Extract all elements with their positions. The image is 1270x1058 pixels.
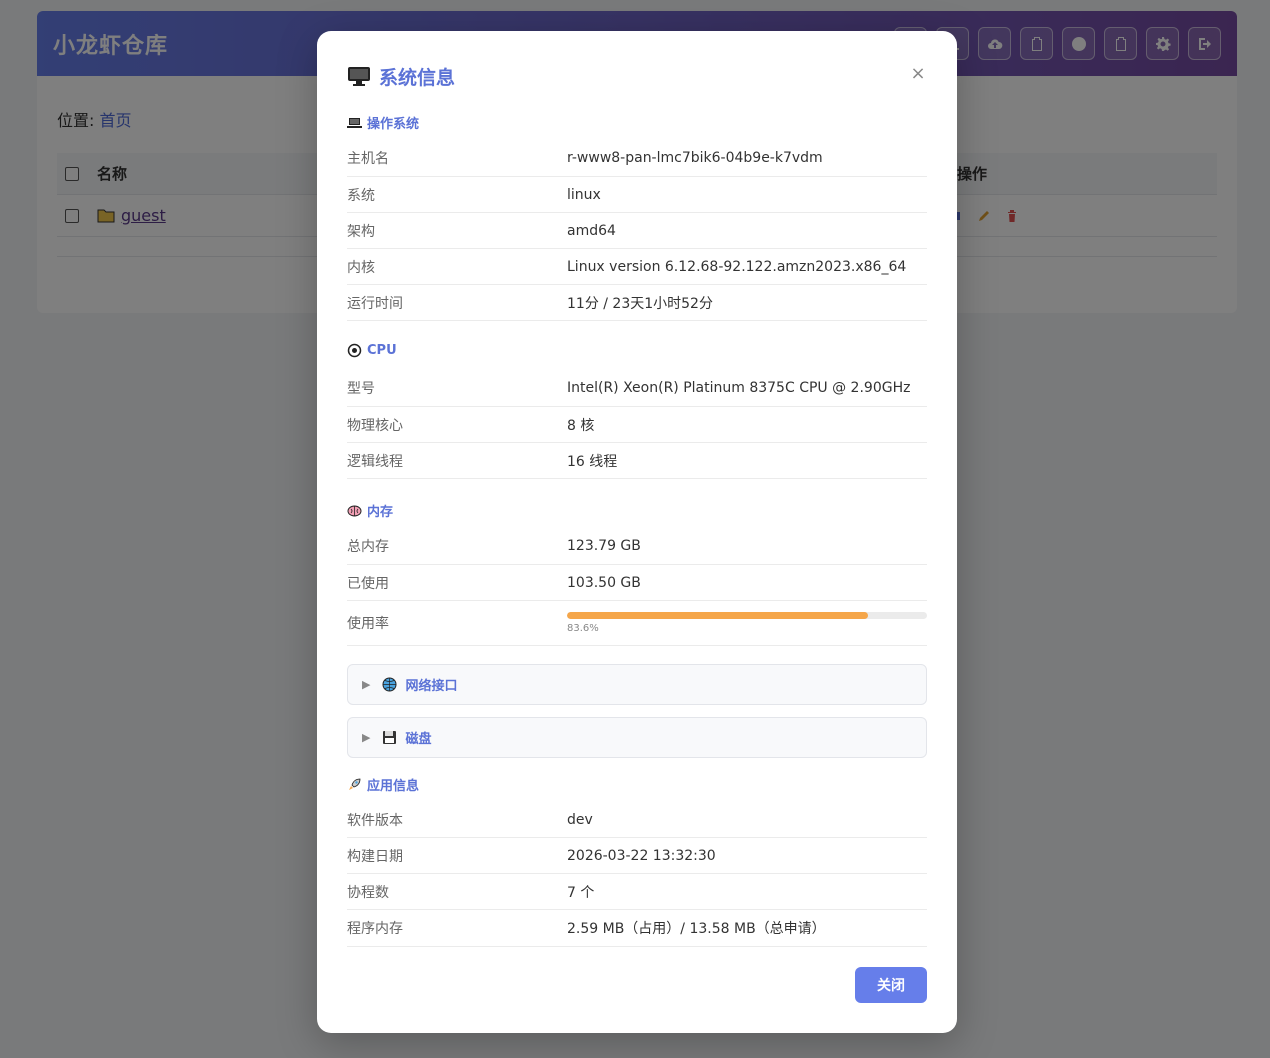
- section-cpu-title: CPU: [367, 343, 397, 358]
- cpu-key-model: 型号: [347, 381, 375, 397]
- app-key-build-date: 构建日期: [347, 848, 403, 865]
- globe-icon: [382, 677, 397, 692]
- memory-row-total: 总内存 123.79 GB: [347, 528, 927, 565]
- memory-key-usage: 使用率: [347, 616, 389, 632]
- cpu-value-threads: 16 线程: [567, 453, 618, 470]
- section-os-title: 操作系统: [367, 117, 420, 132]
- app-row-goroutines: 协程数 7 个: [347, 874, 927, 910]
- memory-key-total: 总内存: [347, 539, 389, 555]
- os-key-system: 系统: [347, 187, 375, 204]
- monitor-icon: [348, 67, 370, 86]
- cpu-key-cores: 物理核心: [347, 417, 403, 434]
- os-row-hostname: 主机名 r-www8-pan-lmc7bik6-04b9e-k7vdm: [347, 140, 927, 177]
- app-row-memory: 程序内存 2.59 MB（占用）/ 13.58 MB（总申请）: [347, 910, 927, 947]
- section-app-title: 应用信息: [367, 779, 420, 794]
- cpu-value-model: Intel(R) Xeon(R) Platinum 8375C CPU @ 2.…: [567, 380, 911, 396]
- app-row-version: 软件版本 dev: [347, 802, 927, 838]
- os-row-uptime: 运行时间 11分 / 23天1小时52分: [347, 285, 927, 321]
- cpu-key-threads: 逻辑线程: [347, 453, 403, 470]
- section-memory-title: 内存: [367, 505, 394, 520]
- app-row-build-date: 构建日期 2026-03-22 13:32:30: [347, 838, 927, 874]
- memory-value-used: 103.50 GB: [567, 574, 641, 591]
- modal-title: 系统信息: [347, 63, 455, 89]
- os-key-kernel: 内核: [347, 259, 375, 276]
- floppy-disk-icon: [383, 731, 397, 744]
- os-value-kernel: Linux version 6.12.68-92.122.amzn2023.x8…: [567, 258, 907, 275]
- memory-row-used: 已使用 103.50 GB: [347, 565, 927, 601]
- os-value-arch: amd64: [567, 222, 616, 239]
- app-value-version: dev: [567, 811, 593, 828]
- network-collapse-label: 网络接口: [405, 679, 458, 694]
- system-info-modal: 系统信息 × 操作系统 主机名 r-www8-pan-lmc7bik6-04b9…: [317, 31, 957, 1033]
- os-key-uptime: 运行时间: [347, 295, 403, 312]
- memory-value-total: 123.79 GB: [567, 538, 641, 554]
- usage-track: [567, 612, 927, 619]
- cpu-row-cores: 物理核心 8 核: [347, 407, 927, 443]
- memory-key-used: 已使用: [347, 575, 389, 592]
- usage-percent-label: 83.6%: [567, 623, 599, 634]
- cpu-row-threads: 逻辑线程 16 线程: [347, 443, 927, 479]
- os-key-hostname: 主机名: [347, 151, 389, 167]
- os-row-arch: 架构 amd64: [347, 213, 927, 249]
- section-app-heading: 应用信息: [347, 775, 419, 794]
- cpu-row-model: 型号 Intel(R) Xeon(R) Platinum 8375C CPU @…: [347, 370, 927, 407]
- disk-collapse[interactable]: ▶ 磁盘: [347, 717, 927, 758]
- close-button[interactable]: 关闭: [855, 967, 927, 1003]
- network-collapse[interactable]: ▶ 网络接口: [347, 664, 927, 705]
- caret-right-icon: ▶: [362, 678, 371, 691]
- os-row-kernel: 内核 Linux version 6.12.68-92.122.amzn2023…: [347, 249, 927, 285]
- os-value-hostname: r-www8-pan-lmc7bik6-04b9e-k7vdm: [567, 150, 823, 166]
- brain-icon: [347, 505, 362, 517]
- os-row-system: 系统 linux: [347, 177, 927, 213]
- modal-title-text: 系统信息: [379, 66, 456, 89]
- section-memory-heading: 内存: [347, 501, 393, 520]
- app-key-goroutines: 协程数: [347, 884, 389, 901]
- memory-usage-bar: 83.6%: [567, 612, 927, 634]
- disk-collapse-label: 磁盘: [405, 732, 432, 747]
- cpu-value-cores: 8 核: [567, 417, 595, 434]
- caret-right-icon: ▶: [362, 731, 371, 744]
- cpu-icon: [347, 343, 362, 358]
- section-os-heading: 操作系统: [347, 113, 419, 132]
- app-value-build-date: 2026-03-22 13:32:30: [567, 847, 716, 864]
- app-key-version: 软件版本: [347, 812, 403, 829]
- section-cpu-heading: CPU: [347, 343, 397, 358]
- os-value-uptime: 11分 / 23天1小时52分: [567, 295, 713, 312]
- usage-fill: [567, 612, 868, 619]
- app-value-goroutines: 7 个: [567, 884, 595, 901]
- memory-row-usage: 使用率 83.6%: [347, 601, 927, 646]
- close-icon[interactable]: ×: [909, 65, 927, 83]
- os-key-arch: 架构: [347, 223, 375, 240]
- laptop-icon: [347, 118, 362, 128]
- rocket-icon: [349, 778, 361, 790]
- app-key-memory: 程序内存: [347, 921, 403, 937]
- os-value-system: linux: [567, 186, 601, 203]
- app-value-memory: 2.59 MB（占用）/ 13.58 MB（总申请）: [567, 921, 826, 937]
